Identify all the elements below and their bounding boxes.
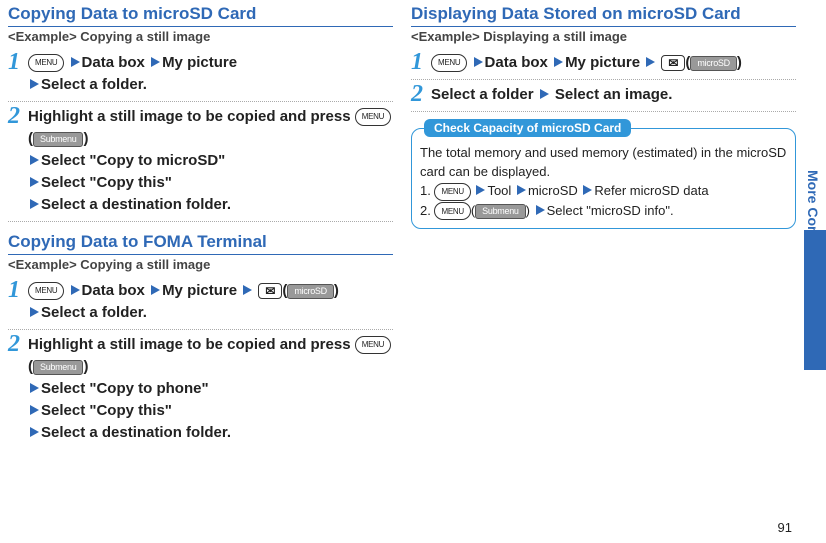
step-cont: Select "Copy to microSD" xyxy=(8,150,393,172)
text: Select a folder. xyxy=(41,76,147,93)
menu-icon: MENU xyxy=(355,108,391,126)
example-label: <Example> Copying a still image xyxy=(8,257,393,272)
section-title-copy-to-microsd: Copying Data to microSD Card xyxy=(8,4,393,27)
text: Select a destination folder. xyxy=(41,196,231,213)
step-cont: Select a destination folder. xyxy=(8,194,393,216)
step-cont: Select "Copy this" xyxy=(8,172,393,194)
text: microSD xyxy=(528,183,578,198)
step-1: 1 MENU Data box My picture (microSD) Sel… xyxy=(8,276,393,330)
chevron-right-icon xyxy=(540,89,549,99)
left-column: Copying Data to microSD Card <Example> C… xyxy=(8,4,393,449)
step-2: 2 Highlight a still image to be copied a… xyxy=(8,330,393,449)
step-number: 1 xyxy=(411,52,427,72)
text: Select "Copy this" xyxy=(41,174,172,191)
step-cont: Select a folder. xyxy=(8,74,393,96)
step-body: MENU Data box My picture (microSD) xyxy=(431,52,796,74)
chevron-right-icon xyxy=(30,307,39,317)
step-number: 2 xyxy=(8,334,24,354)
step-body: Highlight a still image to be copied and… xyxy=(28,106,393,150)
submenu-icon: Submenu xyxy=(33,132,83,147)
step-1: 1 MENU Data box My picture (microSD) xyxy=(411,48,796,80)
text: Data box xyxy=(82,54,145,71)
text: Refer microSD data xyxy=(594,183,708,198)
chevron-right-icon xyxy=(476,185,485,195)
info-step-1: 1. MENU Tool microSD Refer microSD data xyxy=(420,181,787,201)
side-tab xyxy=(804,230,826,370)
text: Select "Copy to phone" xyxy=(41,380,209,397)
step-cont: Select "Copy to phone" xyxy=(8,378,393,400)
text: My picture xyxy=(162,54,237,71)
right-column: Displaying Data Stored on microSD Card <… xyxy=(411,4,796,449)
step-1: 1 MENU Data box My picture Select a fold… xyxy=(8,48,393,102)
chevron-right-icon xyxy=(30,79,39,89)
text: My picture xyxy=(565,54,640,71)
example-label: <Example> Displaying a still image xyxy=(411,29,796,44)
step-number: 2 xyxy=(8,106,24,126)
step-cont: Select a destination folder. xyxy=(8,422,393,444)
chevron-right-icon xyxy=(30,155,39,165)
text: Highlight a still image to be copied and… xyxy=(28,108,351,125)
mail-icon xyxy=(258,283,282,299)
text: Data box xyxy=(82,282,145,299)
chevron-right-icon xyxy=(30,427,39,437)
text: Select "microSD info". xyxy=(547,203,674,218)
text: Select a folder. xyxy=(41,304,147,321)
text: Highlight a still image to be copied and… xyxy=(28,336,351,353)
example-label: <Example> Copying a still image xyxy=(8,29,393,44)
chevron-right-icon xyxy=(517,185,526,195)
section-title-display-microsd: Displaying Data Stored on microSD Card xyxy=(411,4,796,27)
info-step-2: 2. MENU(Submenu) Select "microSD info". xyxy=(420,201,787,221)
text: Select a folder xyxy=(431,86,534,103)
step-number: 2 xyxy=(411,84,427,104)
info-body: The total memory and used memory (estima… xyxy=(420,143,787,220)
chevron-right-icon xyxy=(536,205,545,215)
menu-icon: MENU xyxy=(28,54,64,72)
menu-icon: MENU xyxy=(434,183,470,201)
step-2: 2 Select a folder Select an image. xyxy=(411,80,796,112)
step-cont: Select a folder. xyxy=(8,302,393,324)
step-cont: Select "Copy this" xyxy=(8,400,393,422)
info-tab: Check Capacity of microSD Card xyxy=(424,119,631,137)
chevron-right-icon xyxy=(30,199,39,209)
step-body: Highlight a still image to be copied and… xyxy=(28,334,393,378)
chevron-right-icon xyxy=(243,285,252,295)
text: Select "Copy this" xyxy=(41,402,172,419)
chevron-right-icon xyxy=(71,285,80,295)
microsd-icon: microSD xyxy=(287,284,333,299)
chevron-right-icon xyxy=(30,383,39,393)
menu-icon: MENU xyxy=(434,202,470,220)
chevron-right-icon xyxy=(71,57,80,67)
chevron-right-icon xyxy=(646,57,655,67)
text: Select an image. xyxy=(555,86,673,103)
submenu-icon: Submenu xyxy=(475,204,525,219)
section-title-copy-to-foma: Copying Data to FOMA Terminal xyxy=(8,232,393,255)
step-number: 1 xyxy=(8,280,24,300)
mail-icon xyxy=(661,55,685,71)
chevron-right-icon xyxy=(554,57,563,67)
chevron-right-icon xyxy=(474,57,483,67)
chevron-right-icon xyxy=(30,405,39,415)
text: Tool xyxy=(487,183,511,198)
text: Select "Copy to microSD" xyxy=(41,152,225,169)
step-body: MENU Data box My picture xyxy=(28,52,393,74)
chevron-right-icon xyxy=(30,177,39,187)
text: The total memory and used memory (estima… xyxy=(420,143,787,181)
text: Select a destination folder. xyxy=(41,424,231,441)
chevron-right-icon xyxy=(151,285,160,295)
menu-icon: MENU xyxy=(28,282,64,300)
step-2: 2 Highlight a still image to be copied a… xyxy=(8,102,393,222)
menu-icon: MENU xyxy=(355,336,391,354)
menu-icon: MENU xyxy=(431,54,467,72)
step-body: Select a folder Select an image. xyxy=(431,84,796,106)
text: My picture xyxy=(162,282,237,299)
step-number: 1 xyxy=(8,52,24,72)
microsd-icon: microSD xyxy=(690,56,736,71)
page-number: 91 xyxy=(778,520,792,535)
text: Data box xyxy=(485,54,548,71)
chevron-right-icon xyxy=(583,185,592,195)
step-body: MENU Data box My picture (microSD) xyxy=(28,280,393,302)
chevron-right-icon xyxy=(151,57,160,67)
info-box-check-capacity: Check Capacity of microSD Card The total… xyxy=(411,128,796,229)
submenu-icon: Submenu xyxy=(33,360,83,375)
